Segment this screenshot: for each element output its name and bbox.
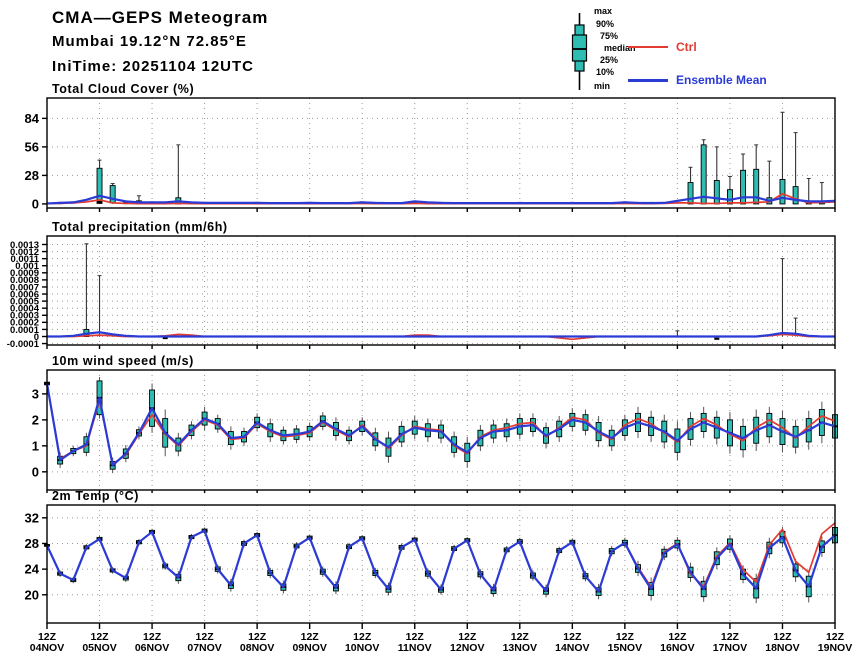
svg-text:19NOV: 19NOV bbox=[818, 642, 852, 654]
svg-text:28: 28 bbox=[25, 168, 39, 183]
svg-text:2: 2 bbox=[32, 412, 39, 427]
svg-text:0.0013: 0.0013 bbox=[10, 240, 39, 251]
svg-text:12NOV: 12NOV bbox=[450, 642, 484, 654]
svg-text:04NOV: 04NOV bbox=[30, 642, 64, 654]
legend-75-label: 75% bbox=[600, 31, 619, 41]
svg-text:17NOV: 17NOV bbox=[713, 642, 747, 654]
svg-text:10m wind speed (m/s): 10m wind speed (m/s) bbox=[52, 354, 194, 368]
initime-subtitle: IniTime: 20251104 12UTC bbox=[52, 58, 254, 75]
page-title: CMA—GEPS Meteogram bbox=[52, 8, 269, 27]
meteogram-page: CMA—GEPS Meteogram Mumbai 19.12°N 72.85°… bbox=[0, 0, 860, 662]
svg-text:06NOV: 06NOV bbox=[135, 642, 169, 654]
svg-text:14NOV: 14NOV bbox=[555, 642, 589, 654]
svg-text:0: 0 bbox=[32, 464, 39, 479]
svg-text:07NOV: 07NOV bbox=[187, 642, 221, 654]
svg-text:Total Cloud Cover (%): Total Cloud Cover (%) bbox=[52, 82, 194, 96]
svg-text:24: 24 bbox=[25, 562, 40, 577]
ctrl-legend-label: Ctrl bbox=[676, 40, 697, 54]
svg-text:2m Temp (°C): 2m Temp (°C) bbox=[52, 489, 139, 503]
svg-text:28: 28 bbox=[25, 536, 39, 551]
ctrl-line-sample bbox=[628, 46, 668, 48]
svg-text:09NOV: 09NOV bbox=[292, 642, 326, 654]
svg-text:10NOV: 10NOV bbox=[345, 642, 379, 654]
svg-text:18NOV: 18NOV bbox=[765, 642, 799, 654]
svg-text:32: 32 bbox=[25, 510, 39, 525]
precipitation-panel: Total precipitation (mm/6h)-0.000100.000… bbox=[7, 220, 836, 349]
wind-speed-panel: 10m wind speed (m/s) 0 1 2 3 bbox=[32, 354, 838, 493]
location-subtitle: Mumbai 19.12°N 72.85°E bbox=[52, 33, 247, 50]
svg-text:0: 0 bbox=[32, 196, 39, 211]
legend-25-label: 25% bbox=[600, 55, 619, 65]
svg-text:20: 20 bbox=[25, 587, 39, 602]
cloud-cover-panel: Total Cloud Cover (%) 0 28 56 84 bbox=[25, 82, 836, 212]
svg-text:05NOV: 05NOV bbox=[82, 642, 116, 654]
legend-90-label: 90% bbox=[596, 19, 615, 29]
svg-text:3: 3 bbox=[32, 386, 39, 401]
svg-text:1: 1 bbox=[32, 438, 39, 453]
svg-text:15NOV: 15NOV bbox=[608, 642, 642, 654]
svg-text:84: 84 bbox=[25, 111, 40, 126]
svg-text:13NOV: 13NOV bbox=[503, 642, 537, 654]
temperature-panel: 2m Temp (°C)2024283212Z04NOV12Z05NOV12Z0… bbox=[25, 489, 853, 654]
legend-10-label: 10% bbox=[596, 67, 615, 77]
svg-text:56: 56 bbox=[25, 139, 39, 154]
svg-text:Total precipitation (mm/6h): Total precipitation (mm/6h) bbox=[52, 220, 228, 234]
svg-text:08NOV: 08NOV bbox=[240, 642, 274, 654]
svg-text:11NOV: 11NOV bbox=[398, 642, 432, 654]
legend-max-label: max bbox=[594, 6, 613, 16]
svg-text:16NOV: 16NOV bbox=[660, 642, 694, 654]
